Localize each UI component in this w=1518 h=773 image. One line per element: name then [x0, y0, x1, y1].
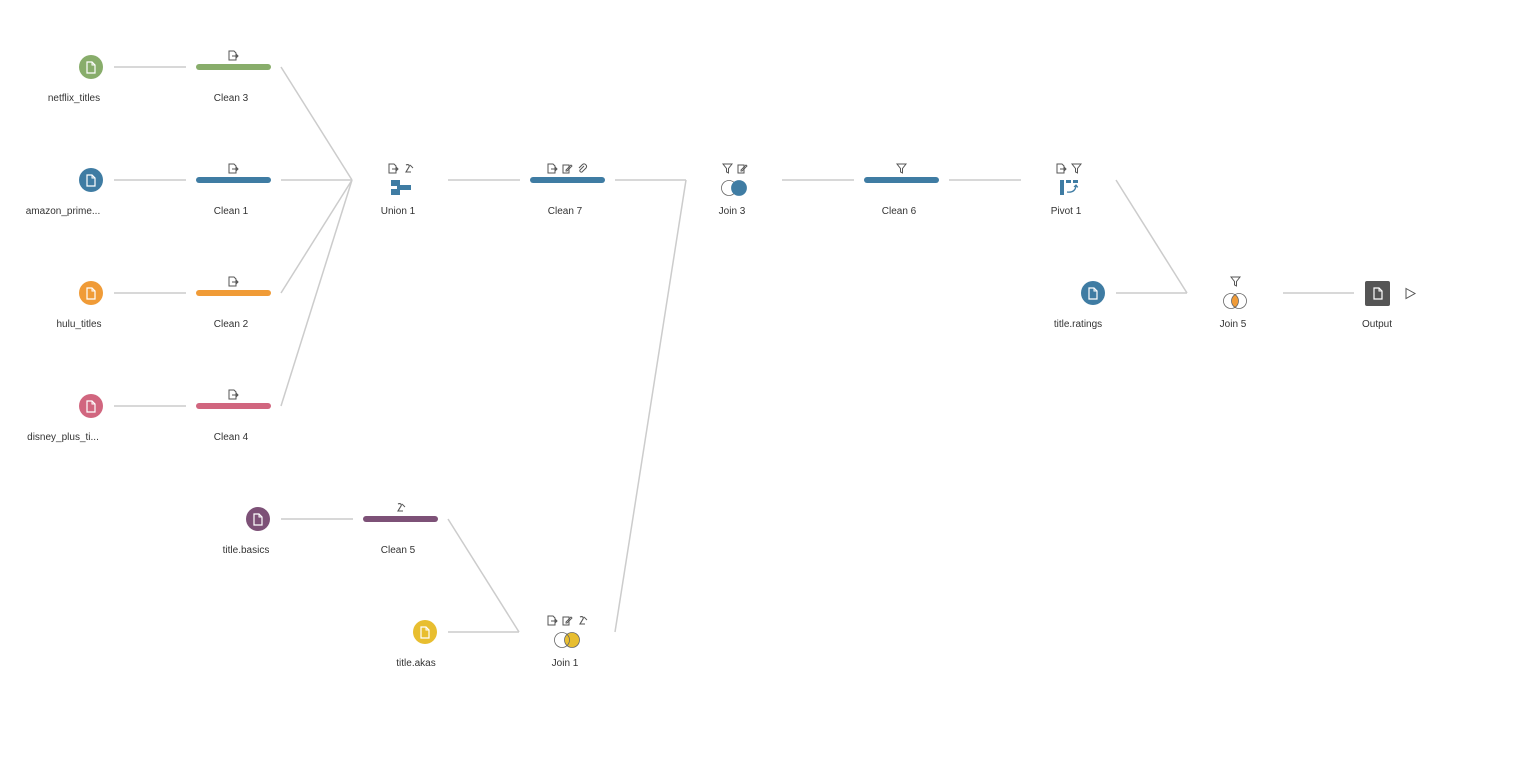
change-icons: [228, 276, 239, 287]
rename-icon: [547, 615, 558, 626]
input-circle[interactable]: [1081, 281, 1105, 305]
join-right-icon[interactable]: [552, 631, 582, 649]
change-icons: [228, 163, 239, 174]
input-circle[interactable]: [79, 55, 103, 79]
clean-bar[interactable]: [196, 290, 271, 296]
clean-bar[interactable]: [864, 177, 939, 183]
pivot-icon[interactable]: [1058, 179, 1080, 197]
change-icons: [228, 50, 239, 61]
filter-icon: [722, 163, 733, 174]
union-icon[interactable]: [389, 179, 413, 197]
rename-icon: [228, 389, 239, 400]
file-icon: [1088, 286, 1098, 300]
node-label: disney_plus_ti...: [27, 432, 99, 443]
edit-icon: [562, 164, 573, 174]
connector-pivot1-join5: [1115, 179, 1188, 294]
change-icons: [228, 389, 239, 400]
clean-bar[interactable]: [530, 177, 605, 183]
output-box[interactable]: [1365, 281, 1390, 306]
attach-icon: [578, 163, 587, 173]
file-icon: [253, 512, 263, 526]
node-label: amazon_prime...: [25, 206, 101, 217]
node-label: hulu_titles: [56, 319, 102, 330]
rename-icon: [228, 276, 239, 287]
node-label: Union 1: [380, 206, 416, 217]
node-label: title.ratings: [1053, 319, 1103, 330]
connector-clean5-join1: [447, 518, 520, 633]
connector-join1-join3: [614, 179, 687, 633]
change-icons: [395, 502, 406, 513]
clean-bar[interactable]: [363, 516, 438, 522]
play-icon[interactable]: [1404, 287, 1417, 300]
file-icon: [420, 625, 430, 639]
rename-icon: [1056, 163, 1067, 174]
rename-icon: [228, 50, 239, 61]
rename-icon: [547, 163, 558, 174]
join-inner-icon[interactable]: [1220, 292, 1250, 310]
node-label: Output: [1361, 319, 1393, 330]
calc-icon: [579, 616, 588, 625]
edit-icon: [737, 164, 748, 174]
node-label: Clean 5: [380, 545, 416, 556]
node-label: Join 1: [551, 658, 579, 669]
calc-icon: [405, 164, 414, 173]
filter-icon: [1071, 163, 1082, 174]
file-icon: [86, 60, 96, 74]
rename-icon: [388, 163, 399, 174]
node-label: Pivot 1: [1050, 206, 1082, 217]
calc-icon: [397, 503, 406, 512]
join-right-icon[interactable]: [719, 179, 749, 197]
input-circle[interactable]: [79, 394, 103, 418]
change-icons: [896, 163, 907, 174]
node-label: Clean 1: [213, 206, 249, 217]
change-icons: [547, 163, 588, 174]
change-icons: [388, 163, 414, 174]
node-label: title.basics: [222, 545, 270, 556]
file-icon: [86, 286, 96, 300]
change-icons: [547, 615, 588, 626]
node-label: Clean 6: [881, 206, 917, 217]
node-label: Join 5: [1219, 319, 1247, 330]
clean-bar[interactable]: [196, 177, 271, 183]
connector-clean2-union1: [280, 179, 353, 294]
node-label: Join 3: [718, 206, 746, 217]
node-label: title.akas: [396, 658, 436, 669]
flow-connectors: [114, 66, 1354, 633]
node-label: netflix_titles: [47, 93, 101, 104]
filter-icon: [896, 163, 907, 174]
input-circle[interactable]: [413, 620, 437, 644]
change-icons: [722, 163, 748, 174]
filter-icon: [1230, 276, 1241, 287]
file-icon: [1372, 287, 1383, 300]
input-circle[interactable]: [79, 168, 103, 192]
change-icons: [1230, 276, 1241, 287]
node-label: Clean 4: [213, 432, 249, 443]
rename-icon: [228, 163, 239, 174]
clean-bar[interactable]: [196, 64, 271, 70]
input-circle[interactable]: [246, 507, 270, 531]
change-icons: [1056, 163, 1082, 174]
file-icon: [86, 399, 96, 413]
node-label: Clean 7: [547, 206, 583, 217]
edit-icon: [562, 616, 573, 626]
connector-clean3-union1: [280, 66, 353, 181]
node-label: Clean 3: [213, 93, 249, 104]
input-circle[interactable]: [79, 281, 103, 305]
file-icon: [86, 173, 96, 187]
node-label: Clean 2: [213, 319, 249, 330]
clean-bar[interactable]: [196, 403, 271, 409]
